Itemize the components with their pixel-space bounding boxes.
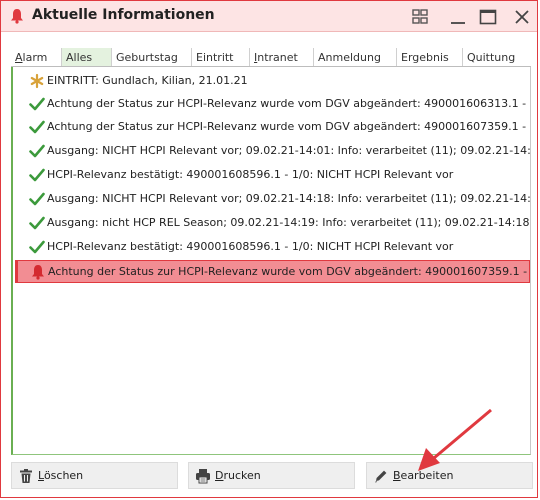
edit-label: Bearbeiten	[393, 469, 454, 482]
print-label: Drucken	[215, 469, 261, 482]
minimize-icon[interactable]	[448, 7, 468, 27]
checkmark-icon	[29, 97, 45, 111]
list-item[interactable]: Achtung der Status zur HCPI-Relevanz wur…	[17, 92, 531, 115]
tab-geburtstag[interactable]: Geburtstag	[112, 48, 192, 66]
list-item[interactable]: EINTRITT: Gundlach, Kilian, 21.01.21	[17, 69, 530, 92]
tab-intranet[interactable]: Intranet	[250, 48, 314, 66]
list-item[interactable]: Ausgang: nicht HCP REL Season; 09.02.21-…	[17, 211, 531, 234]
delete-label: Löschen	[38, 469, 84, 482]
edit-button[interactable]: Bearbeiten	[366, 462, 533, 489]
print-button[interactable]: Drucken	[188, 462, 355, 489]
info-list: EINTRITT: Gundlach, Kilian, 21.01.21 Ach…	[11, 67, 531, 455]
bell-icon	[11, 9, 23, 24]
item-text: Ausgang: NICHT HCPI Relevant vor; 09.02.…	[47, 192, 531, 205]
trash-icon	[20, 469, 32, 483]
item-text: HCPI-Relevanz bestätigt: 490001608596.1 …	[47, 240, 454, 253]
list-item-selected[interactable]: Achtung der Status zur HCPI-Relevanz wur…	[15, 260, 530, 283]
printer-icon	[196, 469, 210, 484]
list-item[interactable]: HCPI-Relevanz bestätigt: 490001608596.1 …	[17, 235, 530, 258]
item-text: Achtung der Status zur HCPI-Relevanz wur…	[47, 120, 531, 133]
tab-bar: Alarm Alles Geburtstag Eintritt Intranet…	[11, 48, 531, 67]
item-text: Achtung der Status zur HCPI-Relevanz wur…	[47, 97, 531, 110]
tab-ergebnis[interactable]: Ergebnis	[397, 48, 463, 66]
item-text: Achtung der Status zur HCPI-Relevanz wur…	[48, 265, 530, 278]
item-text: Ausgang: nicht HCP REL Season; 09.02.21-…	[47, 216, 531, 229]
item-text: EINTRITT: Gundlach, Kilian, 21.01.21	[47, 74, 248, 87]
checkmark-icon	[29, 168, 45, 182]
title-bar[interactable]: Aktuelle Informationen	[1, 1, 537, 32]
delete-button[interactable]: Löschen	[11, 462, 178, 489]
tab-alles[interactable]: Alles	[62, 48, 112, 66]
list-item[interactable]: Ausgang: NICHT HCPI Relevant vor; 09.02.…	[17, 139, 531, 162]
checkmark-icon	[29, 240, 45, 254]
info-window: Aktuelle Informationen Alarm Alles Gebur…	[0, 0, 538, 498]
asterisk-icon	[30, 73, 44, 89]
list-item[interactable]: Ausgang: NICHT HCPI Relevant vor; 09.02.…	[17, 187, 531, 210]
close-icon[interactable]	[512, 7, 532, 27]
window-title: Aktuelle Informationen	[32, 7, 215, 23]
list-item[interactable]: Achtung der Status zur HCPI-Relevanz wur…	[17, 115, 531, 138]
list-item[interactable]: HCPI-Relevanz bestätigt: 490001608596.1 …	[17, 163, 530, 186]
checkmark-icon	[29, 144, 45, 158]
checkmark-icon	[29, 192, 45, 206]
item-text: Ausgang: NICHT HCPI Relevant vor; 09.02.…	[47, 144, 531, 157]
checkmark-icon	[29, 120, 45, 134]
maximize-icon[interactable]	[478, 7, 498, 27]
tab-anmeldung[interactable]: Anmeldung	[314, 48, 397, 66]
grid-view-icon[interactable]	[410, 7, 430, 27]
item-text: HCPI-Relevanz bestätigt: 490001608596.1 …	[47, 168, 454, 181]
bell-icon	[32, 265, 44, 280]
tab-quittung[interactable]: Quittung	[463, 48, 531, 66]
tab-eintritt[interactable]: Eintritt	[192, 48, 250, 66]
checkmark-icon	[29, 216, 45, 230]
pencil-icon	[375, 470, 387, 483]
tab-alarm[interactable]: Alarm	[11, 48, 62, 66]
